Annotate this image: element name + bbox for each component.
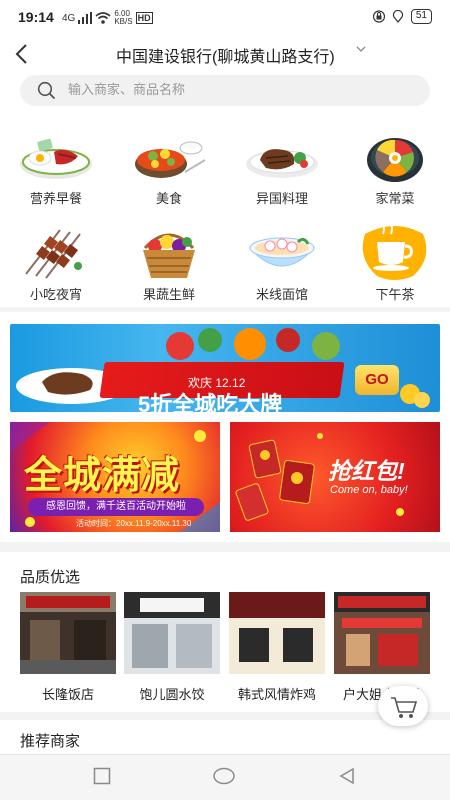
battery-indicator: 51 [410,9,432,24]
status-bar: 19:14 4G 6.00 KB/S HD 51 [0,0,450,34]
search-input[interactable] [68,82,388,97]
store-photo [334,592,430,674]
home-icon[interactable] [213,767,235,785]
banner-right-headline: 抢红包! [328,458,405,484]
category-food[interactable]: 美食 [119,126,219,216]
search-icon [37,81,56,100]
category-label: 异国料理 [255,191,308,206]
store-name: 饱儿圆水饺 [139,687,205,702]
recommend-title: 推荐商家 [20,733,81,750]
chevron-down-icon[interactable] [356,44,366,56]
category-label: 米线面馆 [255,287,308,302]
category-noodles[interactable]: 米线面馆 [232,222,332,312]
status-right-group: 51 [372,9,432,24]
noodle-bowl-icon [244,222,320,282]
quality-title: 品质优选 [20,569,81,586]
banner-left-headline: 全城满减 [24,455,181,497]
back-arrow-icon [15,44,27,64]
go-button[interactable]: GO [355,365,399,395]
cart-icon [391,697,418,718]
status-time: 19:14 [18,9,54,25]
category-fruit-veg[interactable]: 果蔬生鲜 [119,222,219,312]
category-label: 家常菜 [375,191,415,206]
banner-red-envelope[interactable]: 抢红包! Come on, baby! [230,422,440,532]
fruit-basket-icon [131,222,207,282]
branch-selector[interactable]: 中国建设银行(聊城黄山路支行) [116,43,335,67]
lock-icon [372,10,385,23]
category-label: 美食 [155,191,182,206]
category-label: 营养早餐 [29,191,82,206]
banner-left-date: 活动时间：20xx.11.9-20xx.11.30 [76,519,192,528]
status-signal-group: 4G 6.00 KB/S HD [62,10,153,26]
store-photo [229,592,325,674]
category-home-cooking[interactable]: 家常菜 [345,126,445,216]
category-label: 果蔬生鲜 [142,287,195,302]
category-label: 小吃夜宵 [29,287,82,302]
store-name: 韩式风情炸鸡 [237,687,316,702]
location-icon [392,10,403,23]
search-bar [0,74,450,114]
skewer-icon [18,222,94,282]
banner-half-price[interactable]: 欢庆 12.12 5折全城吃大牌 GO [10,324,440,412]
speed-indicator: 6.00 KB/S [114,10,132,26]
back-button[interactable] [14,38,42,68]
category-foreign-cuisine[interactable]: 异国料理 [232,126,332,216]
store-photo [20,592,116,674]
header: 中国建设银行(聊城黄山路支行) [0,34,450,74]
store-card[interactable]: 韩式风情炸鸡 [229,592,325,702]
recent-apps-icon[interactable] [93,767,111,785]
system-nav-bar [0,754,450,800]
category-grid: 营养早餐 美食 异国料理 家常菜 小吃夜宵 果蔬生鲜 米线面馆 下午茶 [0,114,450,307]
promo-section: 欢庆 12.12 5折全城吃大牌 GO 全城满减 感恩回馈，满千送百活动开始啦 … [0,312,450,542]
store-card[interactable]: 长隆饭店 [20,592,116,702]
store-name: 长隆饭店 [41,687,94,702]
coffee-cup-icon [357,222,433,282]
search-box[interactable] [20,75,430,106]
back-icon[interactable] [338,767,356,785]
steak-icon [244,126,320,186]
signal-icon [78,12,93,24]
banner-right-subtitle: Come on, baby! [330,484,408,496]
home-dish-icon [357,126,433,186]
store-card[interactable]: 饱儿圆水饺 [124,592,220,702]
food-icon [131,126,207,186]
category-night-snack[interactable]: 小吃夜宵 [6,222,106,312]
network-type: 4G [62,12,76,24]
category-breakfast[interactable]: 营养早餐 [6,126,106,216]
category-label: 下午茶 [375,287,415,302]
banner-headline: 5折全城吃大牌 [138,392,283,412]
cart-button[interactable] [378,686,428,726]
category-afternoon-tea[interactable]: 下午茶 [345,222,445,312]
hd-badge: HD [135,12,153,24]
banner-full-discount[interactable]: 全城满减 感恩回馈，满千送百活动开始啦 活动时间：20xx.11.9-20xx.… [10,422,220,532]
wifi-icon [95,12,111,24]
breakfast-icon [18,126,94,186]
banner-left-subtitle: 感恩回馈，满千送百活动开始啦 [28,498,204,516]
store-photo [124,592,220,674]
speed-unit: KB/S [114,17,133,26]
